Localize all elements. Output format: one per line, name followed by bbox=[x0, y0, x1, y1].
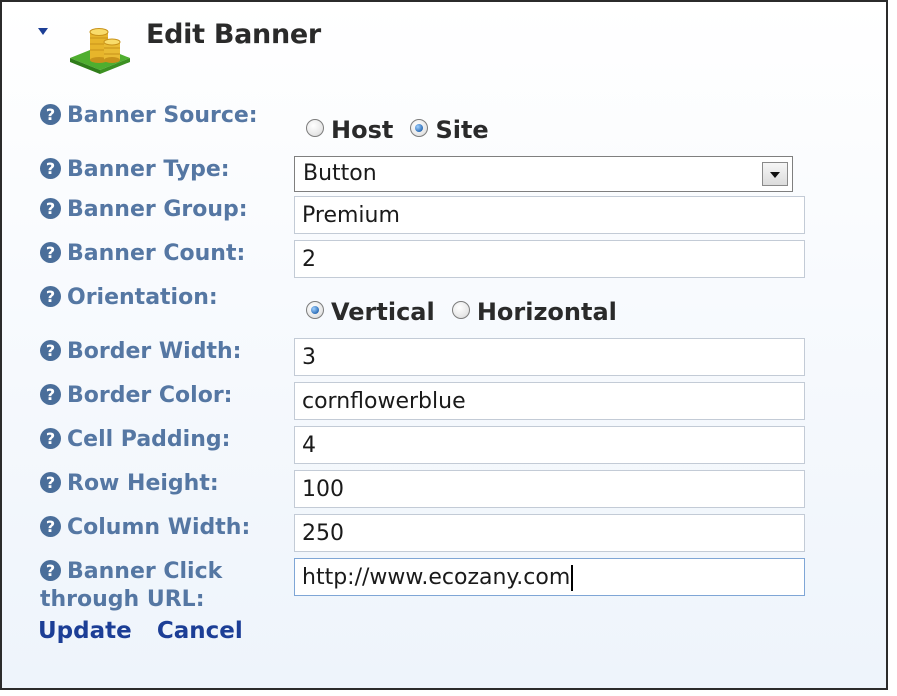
dropdown-button[interactable] bbox=[762, 162, 788, 186]
cell-padding-label: ? Cell Padding: bbox=[40, 426, 230, 454]
row-height-input[interactable]: 100 bbox=[294, 470, 805, 508]
collapse-arrow-icon[interactable] bbox=[38, 28, 48, 35]
question-circle-icon[interactable]: ? bbox=[40, 241, 61, 263]
banner-source-radio-group: Host Site bbox=[306, 116, 501, 144]
banner-count-label: ? Banner Count: bbox=[40, 240, 245, 268]
question-circle-icon[interactable]: ? bbox=[40, 339, 61, 361]
click-url-label: ? Banner Click through URL: bbox=[40, 559, 223, 612]
question-circle-icon[interactable]: ? bbox=[40, 157, 61, 179]
border-width-label: ? Border Width: bbox=[40, 338, 241, 366]
question-circle-icon[interactable]: ? bbox=[40, 515, 61, 537]
update-link[interactable]: Update bbox=[38, 618, 132, 644]
question-circle-icon[interactable]: ? bbox=[40, 559, 61, 581]
row-height-label: ? Row Height: bbox=[40, 470, 219, 498]
column-width-input[interactable]: 250 bbox=[294, 514, 805, 552]
border-width-input[interactable]: 3 bbox=[294, 338, 805, 376]
text-caret bbox=[571, 565, 574, 591]
page-title: Edit Banner bbox=[146, 19, 321, 50]
radio-option-host[interactable]: Host bbox=[306, 116, 393, 144]
radio-vertical[interactable] bbox=[306, 301, 324, 319]
banner-type-label: ? Banner Type: bbox=[40, 156, 230, 184]
radio-host[interactable] bbox=[306, 119, 324, 137]
radio-option-vertical[interactable]: Vertical bbox=[306, 298, 435, 326]
chevron-down-icon bbox=[770, 172, 780, 178]
banner-group-label: ? Banner Group: bbox=[40, 196, 248, 224]
orientation-label: ? Orientation: bbox=[40, 284, 218, 312]
column-width-label: ? Column Width: bbox=[40, 514, 250, 542]
banner-source-label: ? Banner Source: bbox=[40, 102, 258, 130]
click-url-input[interactable]: http://www.ecozany.com bbox=[294, 558, 805, 596]
edit-banner-panel: Edit Banner ? Banner Source: Host Site ? B… bbox=[0, 0, 888, 690]
radio-option-horizontal[interactable]: Horizontal bbox=[451, 298, 617, 326]
border-color-input[interactable]: cornflowerblue bbox=[294, 382, 805, 420]
question-circle-icon[interactable]: ? bbox=[40, 285, 61, 307]
question-circle-icon[interactable]: ? bbox=[40, 427, 61, 449]
form-actions: Update Cancel bbox=[38, 618, 263, 644]
question-circle-icon[interactable]: ? bbox=[40, 383, 61, 405]
banner-group-input[interactable]: Premium bbox=[294, 196, 805, 234]
radio-option-site[interactable]: Site bbox=[410, 116, 489, 144]
banner-count-input[interactable]: 2 bbox=[294, 240, 805, 278]
question-circle-icon[interactable]: ? bbox=[40, 103, 61, 125]
banner-type-select[interactable]: Button bbox=[294, 156, 793, 192]
radio-site[interactable] bbox=[410, 119, 429, 137]
question-circle-icon[interactable]: ? bbox=[40, 471, 61, 493]
cancel-link[interactable]: Cancel bbox=[157, 618, 243, 644]
radio-horizontal[interactable] bbox=[451, 301, 470, 319]
orientation-radio-group: Vertical Horizontal bbox=[306, 298, 629, 326]
border-color-label: ? Border Color: bbox=[40, 382, 232, 410]
question-circle-icon[interactable]: ? bbox=[40, 197, 61, 219]
coin-stack-icon bbox=[70, 28, 130, 74]
cell-padding-input[interactable]: 4 bbox=[294, 426, 805, 464]
